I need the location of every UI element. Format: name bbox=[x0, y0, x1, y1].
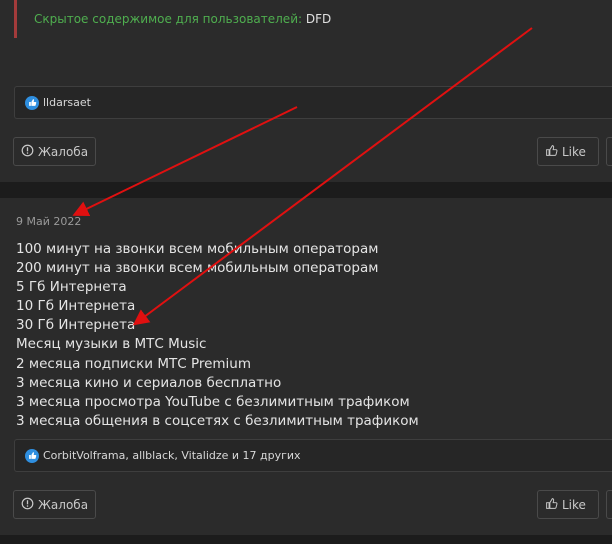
report-label: Жалоба bbox=[38, 144, 89, 159]
likes-bar[interactable]: CorbitVolframa, allblack, Vitalidze и 17… bbox=[14, 439, 612, 472]
post-previous: Скрытое содержимое для пользователей: DF… bbox=[0, 0, 612, 182]
more-actions-button[interactable] bbox=[606, 490, 612, 519]
forum-thread: Скрытое содержимое для пользователей: DF… bbox=[0, 0, 612, 544]
thumbs-up-icon bbox=[545, 144, 558, 160]
thumbs-up-icon bbox=[545, 497, 558, 513]
report-button[interactable]: Жалоба bbox=[13, 490, 97, 519]
post-line: Месяц музыки в МТС Music bbox=[16, 336, 207, 353]
post-line: 200 минут на звонки всем мобильным опера… bbox=[16, 260, 379, 277]
exclamation-circle-icon bbox=[21, 497, 34, 513]
post-date[interactable]: 9 Май 2022 bbox=[16, 215, 81, 228]
post-line: 30 Гб Интернета bbox=[16, 317, 136, 334]
post-line: 5 Гб Интернета bbox=[16, 279, 127, 296]
post-line: 3 месяца кино и сериалов бесплатно bbox=[16, 374, 282, 391]
post-current: 9 Май 2022 100 минут на звонки всем моби… bbox=[0, 198, 612, 535]
post-line: 100 минут на звонки всем мобильным опера… bbox=[16, 241, 379, 257]
exclamation-circle-icon bbox=[21, 144, 34, 160]
post-line: 3 месяца просмотра YouTube с безлимитным… bbox=[16, 393, 410, 410]
post-line: 2 месяца подписки МТС Premium bbox=[16, 355, 252, 372]
like-button[interactable]: Like bbox=[537, 490, 599, 519]
hidden-content-block: Скрытое содержимое для пользователей: DF… bbox=[14, 0, 612, 38]
likes-users[interactable]: lldarsaet bbox=[43, 96, 91, 109]
like-badge-icon bbox=[25, 95, 39, 110]
report-label: Жалоба bbox=[38, 497, 89, 512]
likes-users[interactable]: CorbitVolframa, allblack, Vitalidze и 17… bbox=[43, 449, 301, 462]
post-line: 10 Гб Интернета bbox=[16, 298, 136, 315]
post-line: 3 месяца общения в соцсетях с безлимитны… bbox=[16, 412, 419, 429]
more-actions-button[interactable] bbox=[606, 137, 612, 166]
like-label: Like bbox=[562, 497, 586, 512]
report-button[interactable]: Жалоба bbox=[13, 137, 97, 166]
post-body: 100 минут на звонки всем мобильным опера… bbox=[16, 240, 419, 431]
like-button[interactable]: Like bbox=[537, 137, 599, 166]
likes-bar[interactable]: lldarsaet bbox=[14, 86, 612, 119]
like-label: Like bbox=[562, 144, 586, 159]
hidden-content-label: Скрытое содержимое для пользователей: bbox=[34, 12, 306, 26]
hidden-content-value: DFD bbox=[305, 12, 332, 26]
like-badge-icon bbox=[25, 448, 39, 463]
